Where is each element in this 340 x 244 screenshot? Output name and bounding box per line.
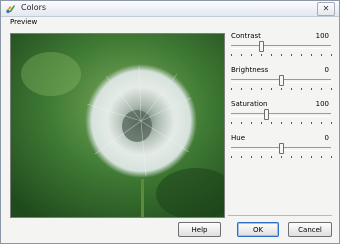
- slider-tick: [321, 54, 322, 56]
- slider-tick: [261, 88, 262, 90]
- slider-tick: [301, 54, 302, 56]
- close-button[interactable]: ✕: [317, 2, 335, 16]
- slider-tick: [301, 156, 302, 158]
- preview-image: [10, 33, 225, 218]
- ok-button[interactable]: OK: [237, 222, 279, 237]
- slider-tick: [281, 122, 282, 124]
- slider-label: Hue: [231, 134, 246, 142]
- slider-tick: [271, 122, 272, 124]
- slider-tick: [241, 88, 242, 90]
- slider-ticks: [231, 122, 332, 124]
- slider-tick: [251, 54, 252, 56]
- slider-tick: [241, 54, 242, 56]
- slider-tick: [241, 156, 242, 158]
- slider-tick: [271, 88, 272, 90]
- slider-tick: [281, 156, 282, 158]
- slider-value: 100: [315, 100, 329, 108]
- slider-tick: [251, 122, 252, 124]
- help-button[interactable]: Help: [178, 222, 221, 237]
- colors-dialog: Colors ✕ Preview Contrast 100 Brightness…: [0, 0, 340, 244]
- slider-label: Contrast: [231, 32, 261, 40]
- slider-tick: [311, 156, 312, 158]
- slider-tick: [231, 156, 232, 158]
- title-bar[interactable]: Colors ✕: [1, 1, 339, 17]
- slider-ticks: [231, 88, 332, 90]
- slider-tick: [241, 122, 242, 124]
- slider-value: 100: [315, 32, 329, 40]
- slider-tick: [291, 54, 292, 56]
- slider-ticks: [231, 156, 332, 158]
- slider-thumb[interactable]: [264, 109, 269, 120]
- slider-tick: [271, 156, 272, 158]
- slider-tick: [331, 122, 332, 124]
- slider-value: 0: [324, 66, 329, 74]
- slider-value: 0: [324, 134, 329, 142]
- slider-tick: [261, 54, 262, 56]
- slider-tick: [251, 156, 252, 158]
- preview-label: Preview: [10, 18, 38, 26]
- cancel-button[interactable]: Cancel: [288, 222, 332, 237]
- slider-tick: [331, 88, 332, 90]
- slider-tick: [231, 122, 232, 124]
- slider-tick: [291, 88, 292, 90]
- slider-tick: [311, 88, 312, 90]
- slider-thumb[interactable]: [279, 143, 284, 154]
- slider-tick: [281, 54, 282, 56]
- slider-track[interactable]: [231, 45, 331, 49]
- slider-tick: [321, 122, 322, 124]
- dandelion-image: [11, 34, 224, 217]
- slider-tick: [311, 122, 312, 124]
- app-icon: [6, 5, 15, 14]
- slider-track[interactable]: [231, 113, 331, 117]
- slider-tick: [291, 122, 292, 124]
- slider-thumb[interactable]: [259, 41, 264, 52]
- slider-tick: [311, 54, 312, 56]
- slider-tick: [231, 54, 232, 56]
- slider-tick: [231, 88, 232, 90]
- slider-tick: [271, 54, 272, 56]
- slider-ticks: [231, 54, 332, 56]
- slider-tick: [261, 156, 262, 158]
- slider-tick: [261, 122, 262, 124]
- close-icon: ✕: [322, 4, 330, 13]
- slider-tick: [321, 156, 322, 158]
- slider-label: Saturation: [231, 100, 268, 108]
- slider-tick: [301, 88, 302, 90]
- slider-tick: [251, 88, 252, 90]
- slider-tick: [291, 156, 292, 158]
- slider-thumb[interactable]: [279, 75, 284, 86]
- slider-label: Brightness: [231, 66, 269, 74]
- slider-tick: [321, 88, 322, 90]
- slider-tick: [331, 156, 332, 158]
- slider-tick: [301, 122, 302, 124]
- window-title: Colors: [21, 3, 47, 12]
- separator: [228, 215, 332, 216]
- slider-tick: [281, 88, 282, 90]
- slider-tick: [331, 54, 332, 56]
